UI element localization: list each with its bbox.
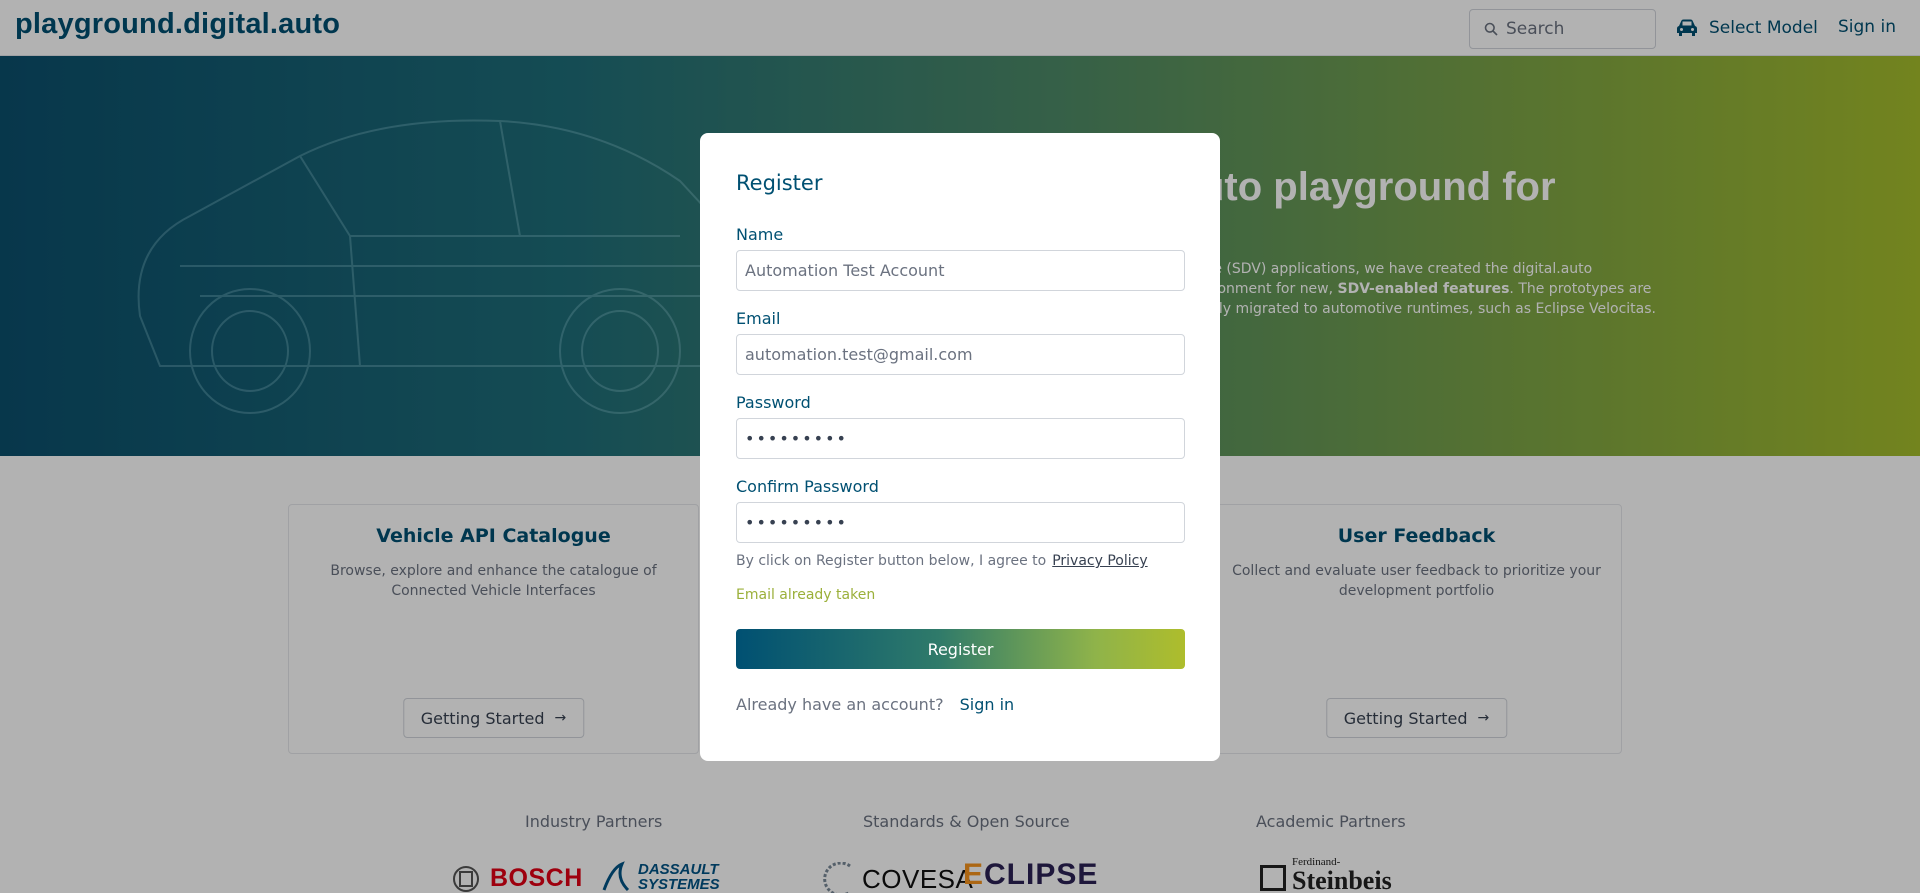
- signin-prompt: Already have an account? Sign in: [736, 695, 1014, 714]
- confirm-password-label: Confirm Password: [736, 477, 879, 496]
- register-dialog: Register Name Email Password Confirm Pas…: [700, 133, 1220, 761]
- email-field[interactable]: [736, 334, 1185, 375]
- register-button[interactable]: Register: [736, 629, 1185, 669]
- account-question: Already have an account?: [736, 695, 944, 714]
- password-field[interactable]: [736, 418, 1185, 459]
- privacy-policy-link[interactable]: Privacy Policy: [1052, 553, 1147, 569]
- password-label: Password: [736, 393, 811, 412]
- name-field[interactable]: [736, 250, 1185, 291]
- name-label: Name: [736, 225, 784, 244]
- sign-in-link[interactable]: Sign in: [960, 695, 1015, 714]
- dialog-title: Register: [736, 171, 823, 195]
- email-error-message: Email already taken: [736, 587, 876, 603]
- confirm-password-field[interactable]: [736, 502, 1185, 543]
- email-label: Email: [736, 309, 781, 328]
- privacy-agreement-text: By click on Register button below, I agr…: [736, 553, 1148, 569]
- policy-text: By click on Register button below, I agr…: [736, 553, 1047, 569]
